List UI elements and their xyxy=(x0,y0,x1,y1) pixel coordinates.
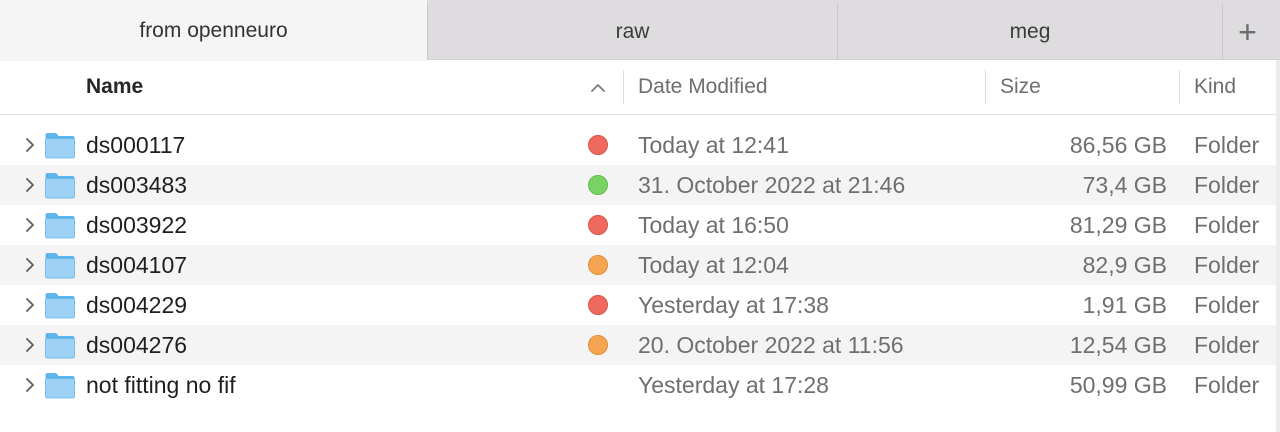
file-kind: Folder xyxy=(1194,172,1260,198)
color-tag-red xyxy=(588,135,608,155)
table-row[interactable]: ds000117 Today at 12:41 86,56 GB Folder xyxy=(0,125,1276,165)
column-divider[interactable] xyxy=(985,70,986,104)
color-tag-orange xyxy=(588,255,608,275)
folder-icon xyxy=(45,253,75,279)
folder-icon xyxy=(45,133,75,159)
folder-icon xyxy=(45,373,75,399)
tab-bar: from openneuro raw meg + xyxy=(0,0,1280,61)
color-tag-red xyxy=(588,295,608,315)
date-modified: Today at 12:04 xyxy=(638,252,789,278)
folder-icon xyxy=(45,293,75,319)
file-kind: Folder xyxy=(1194,332,1260,358)
chevron-right-icon[interactable] xyxy=(22,175,38,195)
table-row[interactable]: ds003922 Today at 16:50 81,29 GB Folder xyxy=(0,205,1276,245)
column-divider[interactable] xyxy=(1179,70,1180,104)
file-name: ds003922 xyxy=(86,212,188,238)
column-header-date-modified[interactable]: Date Modified xyxy=(638,60,768,114)
chevron-right-icon[interactable] xyxy=(22,135,38,155)
column-header-name[interactable]: Name xyxy=(86,60,143,114)
folder-icon xyxy=(45,333,75,359)
date-modified: Yesterday at 17:38 xyxy=(638,292,829,318)
tab-meg[interactable]: meg xyxy=(837,4,1222,60)
folder-icon xyxy=(45,173,75,199)
table-row[interactable]: not fitting no fif Yesterday at 17:28 50… xyxy=(0,365,1276,405)
file-size: 81,29 GB xyxy=(1069,212,1167,238)
table-row[interactable]: ds004229 Yesterday at 17:38 1,91 GB Fold… xyxy=(0,285,1276,325)
folder-icon xyxy=(45,213,75,239)
date-modified: 20. October 2022 at 11:56 xyxy=(638,332,904,358)
file-list: Name Date Modified Size Kind ds000117 To… xyxy=(0,60,1276,432)
file-size: 82,9 GB xyxy=(1082,252,1167,278)
column-header: Name Date Modified Size Kind xyxy=(0,60,1276,115)
file-size: 12,54 GB xyxy=(1069,332,1167,358)
file-name: ds003483 xyxy=(86,172,188,198)
chevron-up-icon[interactable] xyxy=(588,78,608,98)
tab-label: meg xyxy=(1009,20,1051,43)
color-tag-orange xyxy=(588,335,608,355)
column-header-kind[interactable]: Kind xyxy=(1194,60,1236,114)
file-kind: Folder xyxy=(1194,212,1260,238)
date-modified: Today at 12:41 xyxy=(638,132,789,158)
file-name: ds004107 xyxy=(86,252,188,278)
file-size: 73,4 GB xyxy=(1082,172,1167,198)
file-kind: Folder xyxy=(1194,132,1260,158)
file-size: 86,56 GB xyxy=(1069,132,1167,158)
chevron-right-icon[interactable] xyxy=(22,335,38,355)
scrollbar-track[interactable] xyxy=(1276,60,1280,432)
plus-icon: + xyxy=(1238,13,1257,50)
file-size: 1,91 GB xyxy=(1082,292,1167,318)
color-tag-green xyxy=(588,175,608,195)
chevron-right-icon[interactable] xyxy=(22,255,38,275)
table-row[interactable]: ds004276 20. October 2022 at 11:56 12,54… xyxy=(0,325,1276,365)
color-tag-red xyxy=(588,215,608,235)
file-kind: Folder xyxy=(1194,252,1260,278)
tab-from-openneuro[interactable]: from openneuro xyxy=(0,0,427,61)
file-name: ds000117 xyxy=(86,132,186,158)
table-row[interactable]: ds003483 31. October 2022 at 21:46 73,4 … xyxy=(0,165,1276,205)
chevron-right-icon[interactable] xyxy=(22,295,38,315)
file-name: ds004229 xyxy=(86,292,188,318)
file-size: 50,99 GB xyxy=(1069,372,1167,398)
file-name: ds004276 xyxy=(86,332,188,358)
file-kind: Folder xyxy=(1194,372,1260,398)
file-name: not fitting no fif xyxy=(86,372,236,398)
tab-label: raw xyxy=(615,20,650,43)
date-modified: Yesterday at 17:28 xyxy=(638,372,829,398)
column-divider[interactable] xyxy=(623,70,624,104)
new-tab-button[interactable]: + xyxy=(1222,4,1272,60)
column-header-size[interactable]: Size xyxy=(1000,60,1041,114)
file-kind: Folder xyxy=(1194,292,1260,318)
date-modified: 31. October 2022 at 21:46 xyxy=(638,172,906,198)
tab-raw[interactable]: raw xyxy=(427,4,837,60)
tab-label: from openneuro xyxy=(139,18,288,42)
date-modified: Today at 16:50 xyxy=(638,212,789,238)
file-rows: ds000117 Today at 12:41 86,56 GB Folder … xyxy=(0,125,1276,405)
chevron-right-icon[interactable] xyxy=(22,375,38,395)
chevron-right-icon[interactable] xyxy=(22,215,38,235)
table-row[interactable]: ds004107 Today at 12:04 82,9 GB Folder xyxy=(0,245,1276,285)
